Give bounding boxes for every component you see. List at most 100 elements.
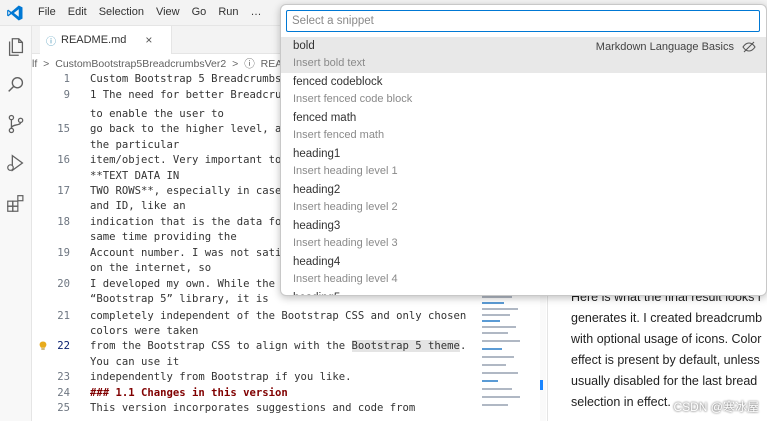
menu-file[interactable]: File bbox=[32, 6, 62, 18]
snippet-item-heading2[interactable]: heading2 Insert heading level 2 bbox=[281, 181, 766, 217]
chevron-right-icon: > bbox=[43, 58, 50, 70]
menu-more[interactable]: … bbox=[245, 6, 268, 18]
line-number: 16 bbox=[57, 154, 70, 166]
line-text: the particular bbox=[90, 139, 180, 151]
minimap-line bbox=[482, 302, 504, 304]
snippet-title: fenced math bbox=[293, 112, 357, 124]
snippet-search-input[interactable] bbox=[286, 10, 760, 32]
line-text: item/object. Very important to bbox=[90, 154, 282, 166]
menu-go[interactable]: Go bbox=[186, 6, 213, 18]
editor-line: 23 independently from Bootstrap if you l… bbox=[32, 371, 480, 386]
minimap-line bbox=[482, 326, 516, 328]
line-number: 9 bbox=[63, 89, 70, 101]
line-number: 20 bbox=[57, 278, 70, 290]
minimap-line bbox=[482, 320, 500, 322]
tab-readme[interactable]: ⓘ README.md × bbox=[40, 26, 172, 54]
minimap-line bbox=[482, 404, 508, 406]
snippet-item-heading4[interactable]: heading4 Insert heading level 4 bbox=[281, 253, 766, 289]
minimap[interactable] bbox=[480, 290, 540, 421]
preview-text: selection in effect. bbox=[571, 395, 671, 409]
minimap-line bbox=[482, 340, 520, 342]
minimap-line bbox=[482, 380, 498, 382]
snippet-description: Insert heading level 3 bbox=[293, 237, 398, 249]
menu-view[interactable]: View bbox=[150, 6, 186, 18]
snippet-title: heading2 bbox=[293, 184, 341, 196]
scrollbar-marker bbox=[540, 380, 543, 390]
snippet-source: Markdown Language Basics bbox=[595, 41, 734, 53]
line-number: 25 bbox=[57, 402, 70, 414]
minimap-line bbox=[482, 372, 518, 374]
snippet-item-fenced-codeblock[interactable]: fenced codeblock Insert fenced code bloc… bbox=[281, 73, 766, 109]
editor-line: 21 completely independent of the Bootstr… bbox=[32, 310, 480, 325]
editor-line-active: 22 from the Bootstrap CSS to align with … bbox=[32, 340, 480, 355]
line-text: completely independent of the Bootstrap … bbox=[90, 310, 467, 322]
close-icon[interactable]: × bbox=[145, 33, 152, 47]
line-text: indication that is the data fo bbox=[90, 216, 282, 228]
eye-closed-icon[interactable] bbox=[742, 41, 756, 53]
snippet-title: heading4 bbox=[293, 256, 341, 268]
snippet-title: heading1 bbox=[293, 148, 341, 160]
snippet-item-bold[interactable]: bold Insert bold text Markdown Language … bbox=[281, 37, 766, 73]
editor-line: 25 This version incorporates suggestions… bbox=[32, 402, 480, 417]
snippet-item-heading1[interactable]: heading1 Insert heading level 1 bbox=[281, 145, 766, 181]
activity-bar bbox=[0, 26, 32, 421]
run-debug-icon[interactable] bbox=[5, 152, 27, 174]
source-control-icon[interactable] bbox=[5, 113, 27, 135]
minimap-line bbox=[482, 388, 512, 390]
line-text: **TEXT DATA IN bbox=[90, 170, 180, 182]
line-text: ### 1.1 Changes in this version bbox=[90, 387, 288, 399]
line-text: TWO ROWS**, especially in case bbox=[90, 185, 282, 197]
snippet-item-fenced-math[interactable]: fenced math Insert fenced math bbox=[281, 109, 766, 145]
editor-line: colors were taken bbox=[32, 325, 480, 340]
preview-text: generates it. I created breadcrumb bbox=[571, 311, 763, 325]
breadcrumb-item[interactable]: CustomBootstrap5BreadcrumbsVer2 bbox=[55, 58, 226, 70]
snippet-title: heading3 bbox=[293, 220, 341, 232]
chevron-right-icon: > bbox=[232, 58, 239, 70]
line-text: This version incorporates suggestions an… bbox=[90, 402, 416, 414]
vscode-logo bbox=[7, 5, 23, 21]
minimap-line bbox=[482, 356, 514, 358]
line-text: Account number. I was not sati bbox=[90, 247, 282, 259]
line-text: go back to the higher level, a bbox=[90, 123, 282, 135]
line-text: same time providing the bbox=[90, 231, 237, 243]
minimap-line bbox=[482, 332, 508, 334]
info-icon: ⓘ bbox=[244, 58, 255, 70]
line-number: 1 bbox=[63, 73, 70, 85]
minimap-line bbox=[482, 296, 512, 298]
search-icon[interactable] bbox=[5, 74, 27, 96]
snippet-description: Insert heading level 1 bbox=[293, 165, 398, 177]
line-text: and ID, like an bbox=[90, 200, 186, 212]
menu-run[interactable]: Run bbox=[212, 6, 244, 18]
minimap-line bbox=[482, 308, 518, 310]
line-number: 22 bbox=[57, 340, 70, 352]
snippet-title: bold bbox=[293, 40, 315, 52]
editor-line: 24 ### 1.1 Changes in this version bbox=[32, 387, 480, 402]
files-icon[interactable] bbox=[5, 36, 27, 58]
snippet-description: Insert fenced code block bbox=[293, 93, 413, 105]
minimap-line bbox=[482, 364, 506, 366]
watermark: CSDN @寒冰屋 bbox=[673, 400, 759, 414]
breadcrumb-item[interactable]: lf bbox=[32, 58, 37, 70]
info-icon: ⓘ bbox=[46, 36, 56, 48]
preview-text: with optional usage of icons. Color bbox=[571, 332, 762, 346]
snippet-description: Insert fenced math bbox=[293, 129, 385, 141]
editor-line: You can use it bbox=[32, 356, 480, 371]
line-text: from the Bootstrap CSS to align with the… bbox=[90, 340, 466, 352]
snippet-item-heading3[interactable]: heading3 Insert heading level 3 bbox=[281, 217, 766, 253]
snippet-title: fenced codeblock bbox=[293, 76, 383, 88]
line-text: on the internet, so bbox=[90, 262, 212, 274]
snippet-description: Insert bold text bbox=[293, 57, 366, 69]
snippet-title: heading5 bbox=[293, 292, 340, 295]
menu-selection[interactable]: Selection bbox=[93, 6, 150, 18]
line-text-part: from the Bootstrap CSS to align with the bbox=[90, 340, 352, 352]
extensions-icon[interactable] bbox=[5, 192, 27, 214]
line-number: 17 bbox=[57, 185, 70, 197]
line-number: 21 bbox=[57, 310, 70, 322]
snippet-item-heading5[interactable]: heading5 bbox=[281, 289, 766, 295]
minimap-line bbox=[482, 314, 510, 316]
snippet-description: Insert heading level 2 bbox=[293, 201, 398, 213]
line-number: 23 bbox=[57, 371, 70, 383]
line-text: to enable the user to bbox=[90, 108, 224, 120]
menu-edit[interactable]: Edit bbox=[62, 6, 93, 18]
line-text: Custom Bootstrap 5 Breadcrumbs bbox=[90, 73, 282, 85]
